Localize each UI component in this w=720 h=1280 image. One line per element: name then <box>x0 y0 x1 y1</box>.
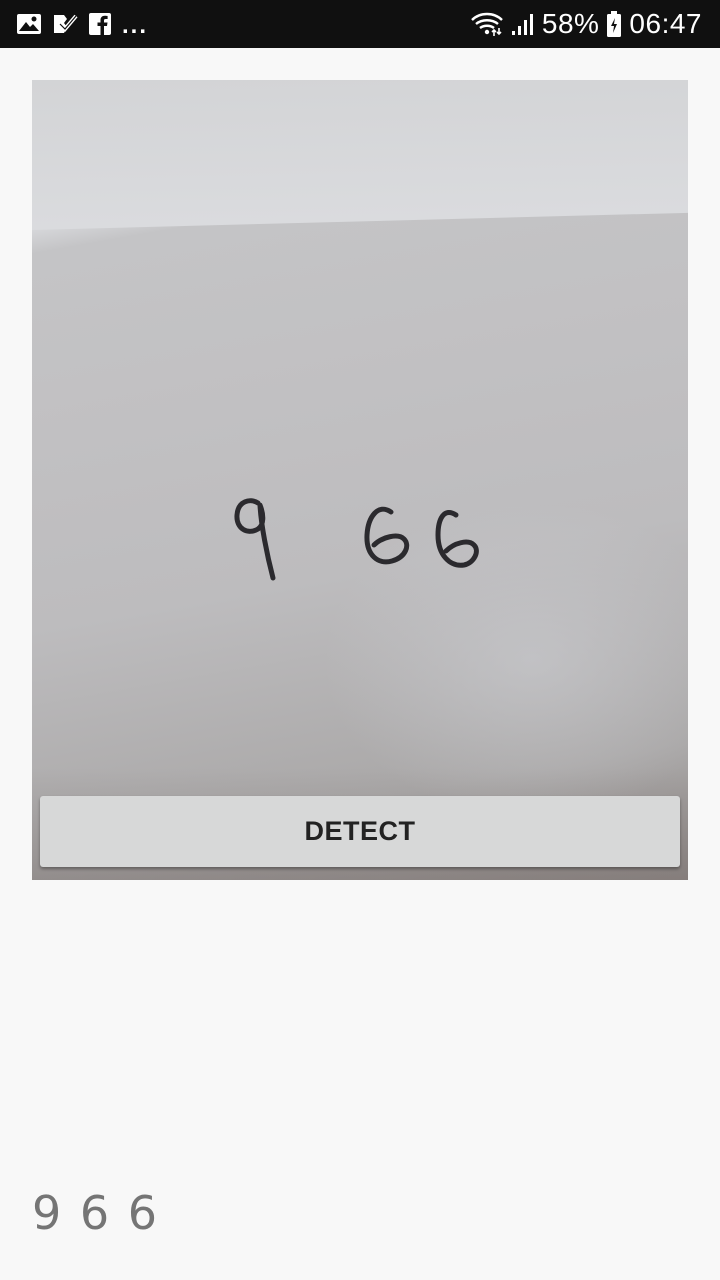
clock: 06:47 <box>629 8 702 39</box>
system-status: 58% 06:47 <box>470 0 702 48</box>
more-notifications-indicator: ... <box>122 12 149 39</box>
battery-icon <box>605 10 623 38</box>
task-check-icon <box>52 12 78 36</box>
status-bar: ... 58% 06:47 <box>0 0 720 48</box>
notification-icons: ... <box>16 0 148 48</box>
camera-preview-image <box>32 80 688 880</box>
gallery-icon <box>16 12 42 36</box>
facebook-icon <box>88 12 112 36</box>
detection-result: 9 6 6 <box>32 1186 160 1240</box>
handwritten-digits-photo <box>234 498 479 581</box>
signal-icon <box>510 11 536 37</box>
detect-button[interactable]: DETECT <box>40 796 680 867</box>
battery-percent: 58% <box>541 8 600 39</box>
wifi-icon <box>470 11 504 37</box>
